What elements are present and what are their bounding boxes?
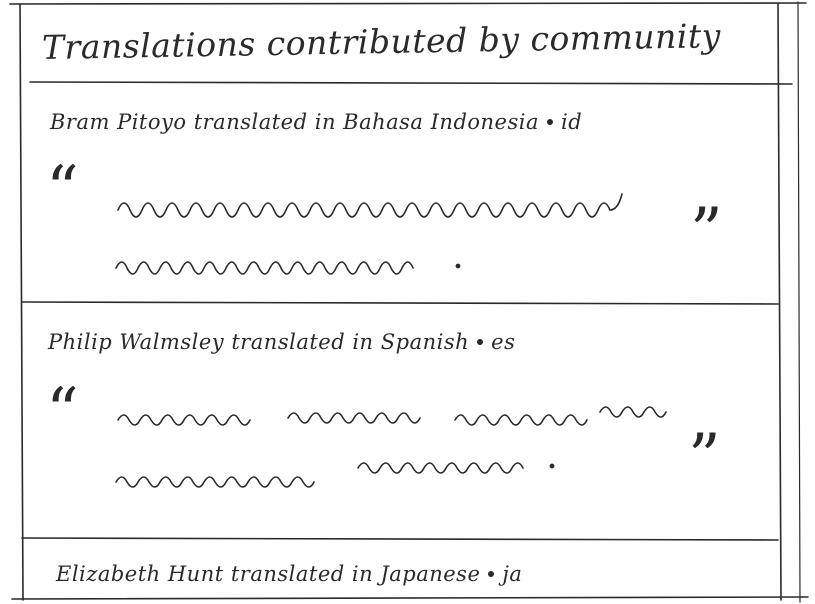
text-placeholder-line [115,476,315,488]
separator-dot-icon [547,118,553,125]
entry-language: Spanish [380,330,470,354]
language-code: id [561,110,583,134]
entry-heading: Elizabeth Hunt translated in Japanese ja [56,562,522,586]
close-quote-icon: ” [690,195,723,269]
entry-language: Bahasa Indonesia [343,110,539,134]
entry-verb: translated in [231,330,374,354]
title-divider [29,81,793,85]
translator-name[interactable]: Philip Walmsley [48,330,224,354]
wireframe-sketch [9,1,809,603]
text-placeholder-line [117,193,623,218]
text-placeholder-line [117,414,251,426]
period-dot [549,463,555,469]
entry-language: Japanese [380,562,481,586]
frame-right-line [777,3,782,601]
language-code: ja [502,562,523,586]
card-divider-2 [21,537,779,541]
text-placeholder-line [357,462,524,474]
entry-verb: translated in [230,562,374,586]
frame-right-edge [797,1,801,603]
frame-top-line [9,2,807,5]
translator-name[interactable]: Elizabeth Hunt [56,562,224,586]
entry-verb: translated in [193,110,336,134]
period-dot [455,263,461,269]
text-placeholder-line [287,412,421,424]
separator-dot-icon [488,570,495,577]
open-quote-icon: “ [46,153,79,227]
language-code: es [491,330,516,354]
translator-name[interactable]: Bram Pitoyo [50,110,187,134]
entry-heading: Bram Pitoyo translated in Bahasa Indones… [50,110,582,134]
text-placeholder-line [115,261,414,275]
text-placeholder-line [599,406,667,418]
card-divider-1 [21,301,779,305]
text-placeholder-line [454,414,588,426]
separator-dot-icon [477,338,484,345]
open-quote-icon: “ [46,375,79,449]
frame-bottom-line [11,596,809,600]
entry-heading: Philip Walmsley translated in Spanish es [48,330,515,354]
close-quote-icon: ” [688,421,721,495]
